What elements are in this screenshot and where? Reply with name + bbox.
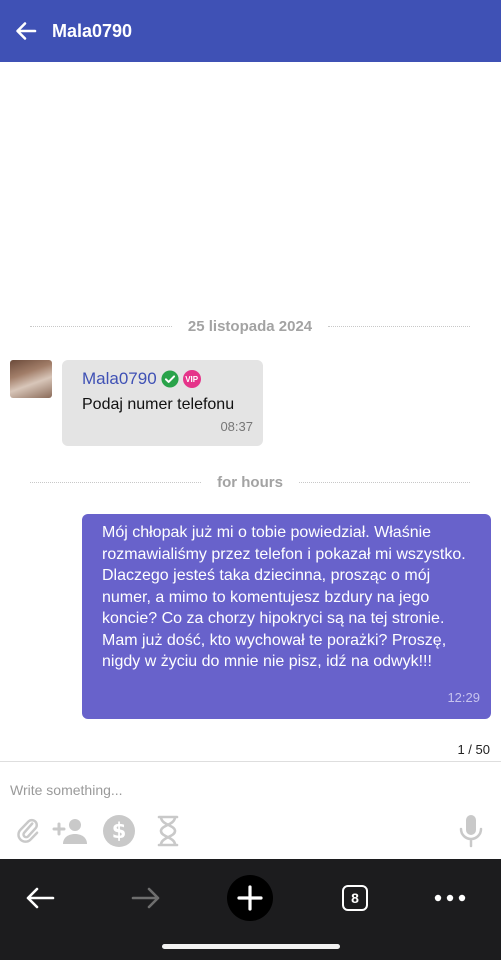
browser-forward-button[interactable] (126, 871, 166, 925)
voice-button[interactable] (457, 814, 485, 848)
message-time: 12:29 (447, 690, 480, 705)
tab-count: 8 (342, 885, 368, 911)
tabs-button[interactable]: 8 (340, 871, 370, 925)
menu-button[interactable] (432, 871, 468, 925)
timer-button[interactable] (155, 814, 181, 848)
message-text: Mój chłopak już mi o tobie powiedział. W… (102, 524, 466, 670)
new-tab-button[interactable] (227, 871, 273, 925)
back-button[interactable] (0, 0, 52, 62)
tip-button[interactable]: $ (101, 814, 137, 848)
time-divider: for hours (30, 474, 470, 491)
sender-avatar[interactable] (10, 360, 52, 398)
dollar-icon: $ (103, 815, 135, 847)
incoming-message: Mala0790 VIP Podaj numer telefonu 08:37 (62, 360, 263, 446)
message-input[interactable]: Write something... (10, 782, 123, 798)
plus-icon (227, 875, 273, 921)
sender-name[interactable]: Mala0790 (82, 369, 157, 389)
composer: Write something... $ (0, 761, 501, 860)
arrow-left-icon (26, 887, 55, 909)
vip-badge: VIP (182, 370, 201, 388)
outgoing-message: Mój chłopak już mi o tobie powiedział. W… (82, 514, 491, 719)
arrow-left-icon (16, 22, 37, 40)
browser-back-button[interactable] (20, 871, 60, 925)
time-divider-label: for hours (217, 474, 283, 491)
home-indicator (162, 944, 340, 949)
more-horizontal-icon (434, 894, 466, 902)
date-divider: 25 listopada 2024 (30, 318, 471, 335)
check-circle-icon (161, 370, 179, 388)
paperclip-icon (17, 818, 39, 843)
attach-button[interactable] (12, 814, 44, 848)
app-header: Mala0790 (0, 0, 501, 62)
microphone-icon (459, 815, 483, 848)
chat-title[interactable]: Mala0790 (52, 21, 132, 42)
message-time: 08:37 (220, 419, 253, 434)
arrow-right-icon (131, 887, 160, 909)
message-text: Podaj numer telefonu (82, 396, 235, 413)
add-user-button[interactable] (52, 814, 90, 848)
add-user-icon (52, 819, 87, 844)
hourglass-icon (157, 815, 179, 847)
svg-text:$: $ (112, 819, 127, 843)
message-counter: 1 / 50 (457, 742, 490, 757)
date-label: 25 listopada 2024 (187, 318, 313, 335)
